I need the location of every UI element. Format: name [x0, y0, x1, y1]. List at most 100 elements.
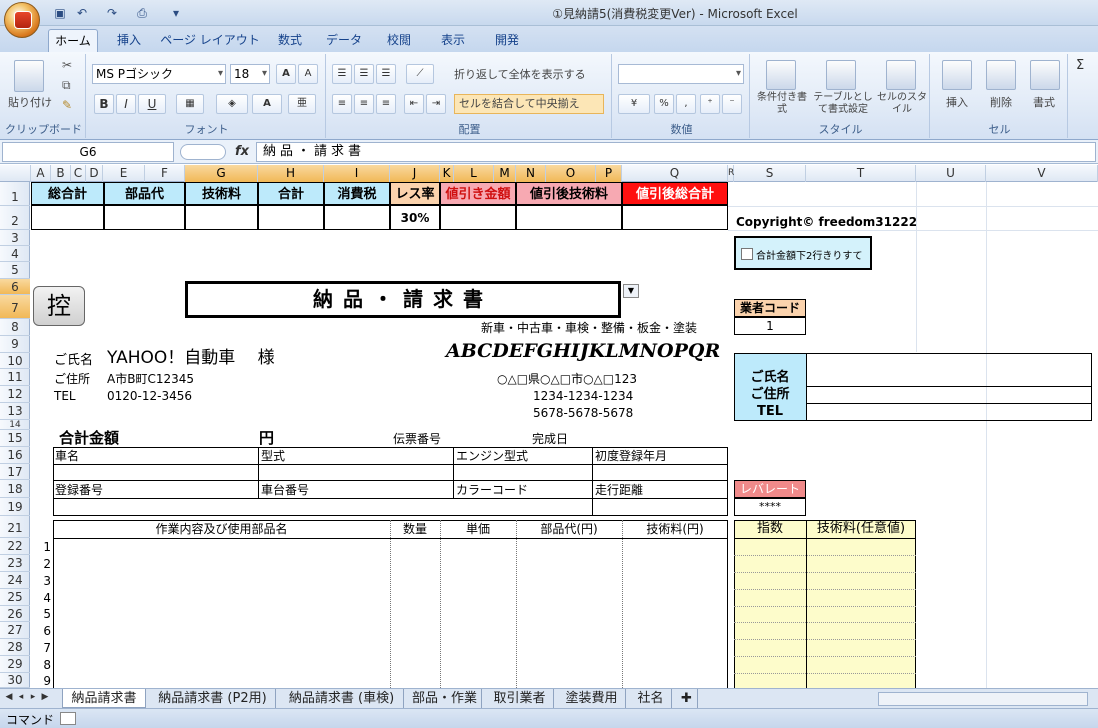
col-header-n[interactable]: N [516, 165, 546, 182]
format-as-table-button[interactable]: テーブルとして書式設定 [810, 92, 876, 116]
row-header[interactable]: 27 [0, 622, 30, 639]
align-top-icon[interactable]: ☰ [332, 64, 352, 84]
lever-rate-value[interactable]: **** [734, 498, 806, 516]
sheet-tab-invoice-p2[interactable]: 納品請求書 (P2用) [150, 689, 276, 708]
row-header[interactable]: 10 [0, 353, 30, 369]
fill-color-icon[interactable]: ◈ [216, 94, 248, 114]
borders-icon[interactable]: ▦ [176, 94, 204, 114]
italic-button[interactable]: I [116, 94, 136, 114]
currency-icon[interactable]: ¥ [618, 94, 650, 114]
sheet-tab-invoice[interactable]: 納品請求書 [62, 689, 146, 708]
row-header[interactable]: 3 [0, 230, 30, 246]
row-header[interactable]: 13 [0, 403, 30, 420]
col-header-s[interactable]: S [734, 165, 806, 182]
format-as-table-icon[interactable] [826, 60, 856, 90]
tab-page-layout[interactable]: ページ レイアウト [160, 29, 260, 52]
align-center-icon[interactable]: ≡ [354, 94, 374, 114]
macro-record-icon[interactable] [60, 712, 76, 725]
align-middle-icon[interactable]: ☰ [354, 64, 374, 84]
row-header[interactable]: 1 [0, 182, 30, 206]
row-header[interactable]: 6 [0, 279, 30, 295]
paste-button[interactable]: 貼り付け [4, 94, 56, 110]
customer-tel[interactable]: 0120-12-3456 [107, 388, 192, 404]
customize-qat-icon[interactable]: ▾ [168, 5, 184, 21]
col-header-q[interactable]: Q [622, 165, 728, 182]
first-sheet-icon[interactable]: ◀ [4, 692, 14, 702]
align-right-icon[interactable]: ≡ [376, 94, 396, 114]
sheet-tab-company[interactable]: 社名 [630, 689, 672, 708]
next-sheet-icon[interactable]: ▸ [28, 692, 38, 702]
row-header[interactable]: 21 [0, 516, 30, 538]
row-header[interactable]: 26 [0, 606, 30, 622]
sheet-tab-parts-work[interactable]: 部品・作業 [408, 689, 482, 708]
autosum-icon[interactable]: Σ [1076, 58, 1084, 73]
percent-button[interactable]: % [654, 94, 674, 114]
phonetic-icon[interactable]: 亜 [288, 94, 316, 114]
conditional-format-button[interactable]: 条件付き書式 [754, 92, 810, 116]
last-sheet-icon[interactable]: ▶ [40, 692, 50, 702]
worksheet[interactable]: 総合計 部品代 技術料 合計 消費税 レス率 値引き金額 値引後技術料 値引後総… [31, 182, 1098, 688]
formula-input[interactable]: 納品・請求書 [256, 142, 1096, 162]
col-header-h[interactable]: H [258, 165, 324, 182]
prev-sheet-icon[interactable]: ◂ [16, 692, 26, 702]
number-format-select[interactable] [618, 64, 744, 84]
row-header[interactable]: 12 [0, 386, 30, 403]
conditional-format-icon[interactable] [766, 60, 796, 90]
decrease-indent-icon[interactable]: ⇤ [404, 94, 424, 114]
row-header[interactable]: 14 [0, 420, 30, 430]
row-header[interactable]: 11 [0, 369, 30, 386]
row-header[interactable]: 28 [0, 639, 30, 656]
col-header-b[interactable]: B [51, 165, 71, 182]
horizontal-scrollbar[interactable] [878, 692, 1088, 706]
redo-icon[interactable]: ↷ [104, 5, 120, 21]
merge-center-button[interactable]: セルを結合して中央揃え [454, 94, 604, 114]
row-header[interactable]: 4 [0, 246, 30, 262]
row-header[interactable]: 7 [0, 295, 30, 319]
row-header[interactable]: 17 [0, 464, 30, 480]
col-header-c[interactable]: C [71, 165, 86, 182]
col-header-t[interactable]: T [806, 165, 916, 182]
tab-view[interactable]: 表示 [430, 29, 476, 52]
col-header-m[interactable]: M [494, 165, 516, 182]
col-header-j[interactable]: J [390, 165, 440, 182]
grow-font-icon[interactable]: A [276, 64, 296, 84]
col-header-i[interactable]: I [324, 165, 390, 182]
select-all-corner[interactable] [0, 165, 31, 182]
vendor-code-value[interactable]: 1 [734, 317, 806, 335]
col-header-a[interactable]: A [31, 165, 51, 182]
row-header[interactable]: 15 [0, 430, 30, 447]
increase-indent-icon[interactable]: ⇥ [426, 94, 446, 114]
row-header[interactable]: 5 [0, 262, 30, 279]
col-header-d[interactable]: D [86, 165, 103, 182]
row-header[interactable]: 8 [0, 319, 30, 336]
col-header-g[interactable]: G [185, 165, 258, 182]
formula-expand-icon[interactable] [180, 144, 226, 160]
paste-icon[interactable] [14, 60, 44, 92]
save-icon[interactable]: ▣ [52, 5, 68, 21]
row-header[interactable]: 24 [0, 572, 30, 589]
bold-button[interactable]: B [94, 94, 114, 114]
row-header[interactable]: 29 [0, 656, 30, 673]
format-cells-icon[interactable] [1030, 60, 1060, 90]
insert-sheet-icon[interactable]: ✚ [676, 689, 698, 708]
document-title[interactable]: 納品・請求書 [185, 281, 621, 318]
col-header-p[interactable]: P [596, 165, 622, 182]
tab-insert[interactable]: 挿入 [106, 29, 152, 52]
format-painter-icon[interactable]: ✎ [62, 98, 72, 112]
tab-home[interactable]: ホーム [48, 29, 98, 52]
font-size-select[interactable]: 18 [230, 64, 270, 84]
col-header-e[interactable]: E [103, 165, 145, 182]
col-header-f[interactable]: F [145, 165, 185, 182]
row-header[interactable]: 19 [0, 498, 30, 516]
sheet-tab-paint-cost[interactable]: 塗装費用 [558, 689, 626, 708]
office-button[interactable] [4, 2, 40, 38]
align-bottom-icon[interactable]: ☰ [376, 64, 396, 84]
copy-mark-button[interactable]: 控 [33, 286, 85, 326]
font-name-select[interactable]: MS Pゴシック [92, 64, 226, 84]
row-header[interactable]: 2 [0, 206, 30, 230]
print-icon[interactable]: ⎙ [134, 5, 150, 21]
customer-name[interactable]: YAHOO！自動車 様 [107, 348, 275, 368]
col-header-k[interactable]: K [440, 165, 454, 182]
col-header-l[interactable]: L [454, 165, 494, 182]
name-box[interactable]: G6 [2, 142, 174, 162]
